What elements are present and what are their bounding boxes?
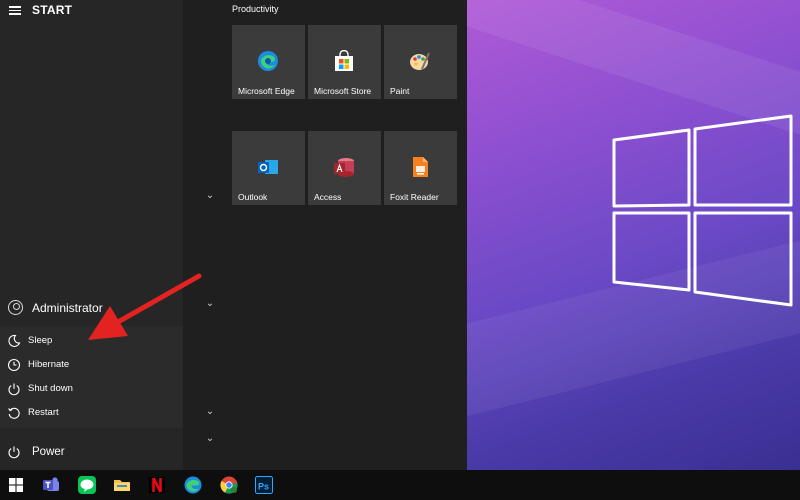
desktop-wallpaper <box>467 0 800 470</box>
teams-icon[interactable] <box>41 475 61 495</box>
hibernate-label: Hibernate <box>28 359 70 370</box>
chevron-down-icon[interactable]: ⌄ <box>205 406 215 417</box>
tile-outlook[interactable]: Outlook <box>232 131 305 205</box>
hamburger-menu-icon[interactable] <box>9 4 21 16</box>
taskbar: Ps <box>0 470 800 500</box>
outlook-icon <box>258 160 278 174</box>
start-menu-title: START <box>32 3 73 17</box>
power-options-menu: Sleep Hibernate Shut down Restart <box>0 326 183 428</box>
clock-icon <box>7 358 21 372</box>
pdf-icon <box>413 157 428 177</box>
tile-group-title: Productivity <box>232 4 279 14</box>
power-icon <box>8 446 20 459</box>
tile-label: Access <box>314 192 342 202</box>
edge-icon[interactable] <box>183 475 203 495</box>
tile-foxit-reader[interactable]: Foxit Reader <box>384 131 457 205</box>
windows-start-icon[interactable] <box>6 475 26 495</box>
shut-down-label: Shut down <box>28 383 73 394</box>
access-icon <box>334 158 354 177</box>
windows-logo-wallpaper <box>612 114 793 307</box>
sleep-label: Sleep <box>28 335 53 346</box>
tile-microsoft-edge[interactable]: Microsoft Edge <box>232 25 305 99</box>
tile-label: Outlook <box>238 192 268 202</box>
line-chat-icon[interactable] <box>77 475 97 495</box>
chevron-down-icon[interactable]: ⌄ <box>205 190 215 201</box>
tile-label: Microsoft Store <box>314 86 372 96</box>
moon-icon <box>8 334 21 347</box>
user-account-button[interactable]: Administrator <box>0 296 183 320</box>
tile-microsoft-store[interactable]: Microsoft Store <box>308 25 381 99</box>
svg-text:Ps: Ps <box>258 482 269 492</box>
sleep-option[interactable]: Sleep <box>0 330 183 352</box>
power-button[interactable]: Power <box>0 440 183 464</box>
user-avatar-icon <box>8 300 23 315</box>
power-icon <box>8 383 20 396</box>
netflix-icon[interactable] <box>147 475 167 495</box>
chrome-icon[interactable] <box>219 475 239 495</box>
restart-option[interactable]: Restart <box>0 402 183 424</box>
restart-label: Restart <box>28 407 59 418</box>
user-name: Administrator <box>32 301 103 315</box>
chevron-down-icon[interactable]: ⌄ <box>205 433 215 444</box>
start-tiles-area: ⌄ ⌄ ⌄ ⌄ Productivity Microsoft Edge Micr… <box>183 0 467 470</box>
shut-down-option[interactable]: Shut down <box>0 378 183 400</box>
paint-icon <box>410 52 430 70</box>
start-menu-sidebar: START Administrator Sleep Hibernate Shut… <box>0 0 183 470</box>
tile-paint[interactable]: Paint <box>384 25 457 99</box>
edge-icon <box>258 51 278 71</box>
store-icon <box>335 50 353 71</box>
tile-label: Paint <box>390 86 410 96</box>
hibernate-option[interactable]: Hibernate <box>0 354 183 376</box>
power-label: Power <box>32 446 65 458</box>
restart-icon <box>8 407 20 419</box>
file-explorer-icon[interactable] <box>112 475 132 495</box>
photoshop-icon[interactable]: Ps <box>254 475 274 495</box>
tile-label: Microsoft Edge <box>238 86 295 96</box>
chevron-down-icon[interactable]: ⌄ <box>205 298 215 309</box>
tile-label: Foxit Reader <box>390 192 439 202</box>
tile-access[interactable]: Access <box>308 131 381 205</box>
